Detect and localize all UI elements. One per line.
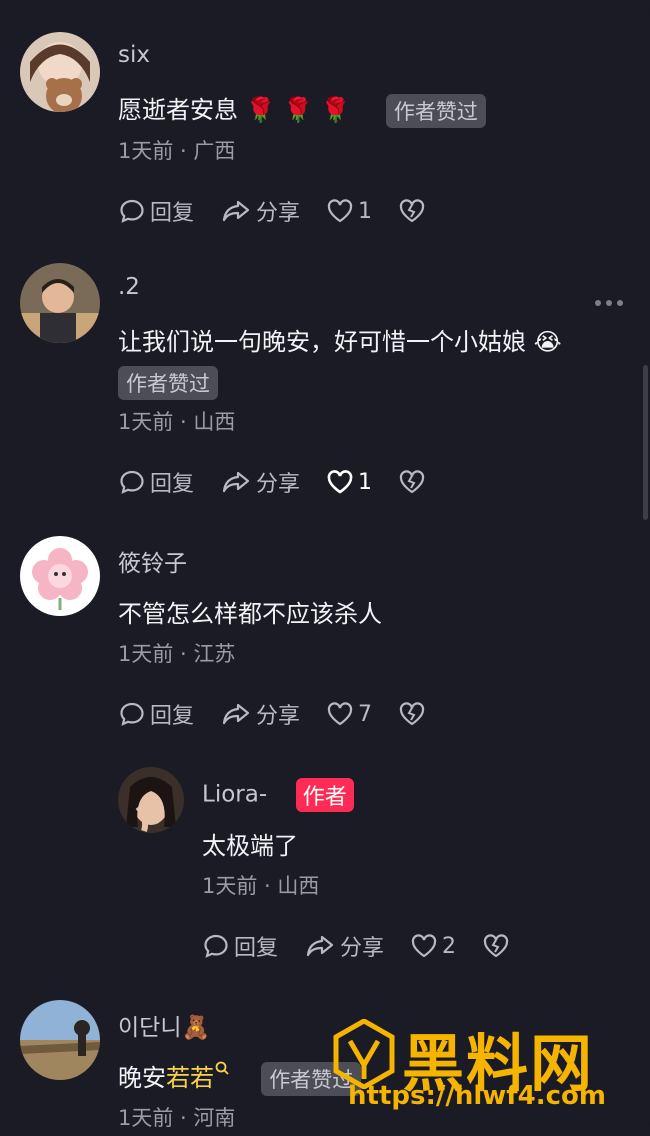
reply-label: 回复	[150, 704, 195, 729]
broken-heart-icon	[399, 199, 425, 223]
comment-text-prefix: 晚安	[118, 1064, 166, 1092]
heart-icon	[411, 934, 437, 958]
share-label: 分享	[256, 704, 301, 729]
like-count: 2	[442, 933, 457, 959]
reply-meta: 1天前 · 山西	[202, 874, 320, 898]
comment-text: 让我们说一句晚安，好可惜一个小姑娘 😭	[118, 328, 562, 356]
reply-label: 回复	[150, 201, 195, 226]
broken-heart-icon	[483, 934, 509, 958]
scrollbar[interactable]	[643, 365, 648, 520]
dislike-button[interactable]	[398, 197, 430, 225]
search-highlight-link[interactable]: 若若	[166, 1064, 214, 1092]
watermark-url: https://hlwf4.com	[348, 1081, 606, 1111]
reply-actions: 回复 分享 2	[202, 930, 540, 962]
heart-icon	[327, 470, 353, 494]
comment-bubble-icon	[120, 702, 144, 726]
comment-meta: 1天前 · 山西	[118, 410, 236, 434]
comment-text: 不管怎么样都不应该杀人	[118, 600, 382, 628]
reply-label: 回复	[150, 472, 195, 497]
share-arrow-icon	[222, 200, 250, 222]
search-icon[interactable]	[214, 1060, 230, 1076]
avatar[interactable]	[118, 767, 184, 833]
like-count: 7	[358, 701, 373, 727]
like-button[interactable]: 2	[410, 932, 456, 960]
comment-actions: 回复 分享 1	[118, 195, 456, 227]
liked-by-author-badge: 作者赞过	[118, 366, 218, 400]
avatar[interactable]	[20, 536, 100, 616]
reply-username-text: Liora-	[202, 781, 268, 808]
share-arrow-icon	[222, 471, 250, 493]
comment-username[interactable]: .2	[118, 274, 140, 300]
share-label: 分享	[340, 936, 385, 961]
comment-username[interactable]: six	[118, 42, 150, 68]
comment-meta: 1天前 · 广西	[118, 139, 236, 163]
comment-panel: six 愿逝者安息 🌹 🌹 🌹 作者赞过 1天前 · 广西 回复 分享 1 .2…	[0, 0, 650, 1136]
reply-button[interactable]: 回复	[118, 698, 194, 730]
watermark-logo-icon	[333, 1019, 395, 1089]
comment-meta: 1天前 · 江苏	[118, 642, 236, 666]
share-button[interactable]: 分享	[304, 930, 384, 962]
like-count: 1	[358, 198, 373, 224]
comment-meta: 1天前 · 河南	[118, 1106, 236, 1130]
reply-username[interactable]: Liora- 作者	[202, 778, 354, 812]
comment-text: 晚安若若 作者赞过	[118, 1058, 362, 1096]
avatar[interactable]	[20, 32, 100, 112]
avatar[interactable]	[20, 263, 100, 343]
comment-actions: 回复 分享 7	[118, 698, 456, 730]
dislike-button[interactable]	[398, 468, 430, 496]
heart-icon	[327, 199, 353, 223]
reply-button[interactable]: 回复	[118, 195, 194, 227]
reply-text: 太极端了	[202, 832, 298, 860]
comment-actions: 回复 分享 1	[118, 466, 456, 498]
comment-username[interactable]: 이단니🧸	[118, 1008, 210, 1042]
comment-text: 愿逝者安息 🌹 🌹 🌹 作者赞过	[118, 90, 486, 128]
broken-heart-icon	[399, 470, 425, 494]
comment-bubble-icon	[120, 470, 144, 494]
badge-row: 作者赞过	[118, 366, 218, 400]
like-count: 1	[358, 469, 373, 495]
reply-button[interactable]: 回复	[202, 930, 278, 962]
like-button[interactable]: 7	[326, 700, 372, 728]
like-button[interactable]: 1	[326, 197, 372, 225]
share-arrow-icon	[222, 703, 250, 725]
comment-bubble-icon	[204, 934, 228, 958]
share-label: 分享	[256, 201, 301, 226]
dislike-button[interactable]	[398, 700, 430, 728]
comment-text-body: 愿逝者安息 🌹 🌹 🌹	[118, 96, 351, 124]
author-badge: 作者	[295, 778, 354, 812]
heart-icon	[327, 702, 353, 726]
reply-button[interactable]: 回复	[118, 466, 194, 498]
share-button[interactable]: 分享	[220, 466, 300, 498]
more-options-icon[interactable]	[594, 292, 624, 311]
comment-bubble-icon	[120, 199, 144, 223]
reply-label: 回复	[234, 936, 279, 961]
dislike-button[interactable]	[482, 932, 514, 960]
liked-by-author-badge: 作者赞过	[385, 94, 486, 128]
comment-username[interactable]: 筱铃子	[118, 544, 187, 578]
share-arrow-icon	[306, 935, 334, 957]
share-label: 分享	[256, 472, 301, 497]
share-button[interactable]: 分享	[220, 195, 300, 227]
share-button[interactable]: 分享	[220, 698, 300, 730]
avatar[interactable]	[20, 1000, 100, 1080]
like-button[interactable]: 1	[326, 468, 372, 496]
watermark: 黑料网 https://hlwf4.com	[330, 1015, 640, 1125]
broken-heart-icon	[399, 702, 425, 726]
